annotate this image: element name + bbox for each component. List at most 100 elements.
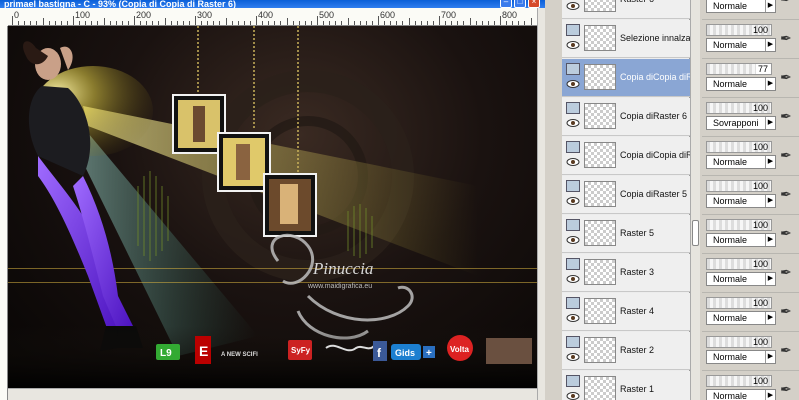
- layer-row[interactable]: Raster 6: [562, 0, 690, 19]
- layer-name: Raster 2: [620, 345, 655, 355]
- blend-mode-select[interactable]: Normale ▶: [706, 311, 776, 325]
- layer-row[interactable]: Raster 2: [562, 332, 690, 370]
- eye-icon[interactable]: [566, 157, 580, 167]
- opacity-value: 100: [752, 337, 768, 347]
- layer-thumbnail: [584, 337, 616, 363]
- ruler-tick: [213, 21, 215, 25]
- blend-mode-select[interactable]: Sovrapponi ▶: [706, 116, 776, 130]
- eye-icon[interactable]: [566, 118, 580, 128]
- ruler-tick: [225, 18, 227, 25]
- ruler-tick: [353, 21, 355, 25]
- blend-mode-select[interactable]: Normale ▶: [706, 194, 776, 208]
- brush-icon[interactable]: ✒: [780, 147, 796, 165]
- opacity-slider[interactable]: 100: [706, 219, 772, 231]
- dropdown-arrow-icon: ▶: [765, 273, 775, 285]
- layer-property-row: 100 Normale ▶ ✒: [702, 176, 799, 215]
- layer-row[interactable]: Raster 5: [562, 215, 690, 253]
- ruler-tick: [365, 21, 367, 25]
- photo-frame-3: [263, 173, 317, 237]
- eye-icon[interactable]: [566, 391, 580, 400]
- ruler-tick: [115, 21, 117, 25]
- blend-mode-select[interactable]: Normale ▶: [706, 350, 776, 364]
- logo-l9: L9: [160, 348, 172, 359]
- ruler-tick: [335, 21, 337, 25]
- layers-scrollbar[interactable]: [690, 0, 700, 400]
- horizontal-ruler: 0 100 200 300 400 500 600 700 800: [8, 8, 537, 26]
- close-button[interactable]: ×: [528, 0, 540, 8]
- opacity-slider[interactable]: 100: [706, 375, 772, 387]
- brush-icon[interactable]: ✒: [780, 381, 796, 399]
- opacity-slider[interactable]: 100: [706, 141, 772, 153]
- ruler-tick: [530, 18, 532, 25]
- brush-icon[interactable]: ✒: [780, 342, 796, 360]
- eye-icon[interactable]: [566, 1, 580, 11]
- minimize-button[interactable]: –: [500, 0, 512, 8]
- ruler-tick: [42, 18, 44, 25]
- ruler-label: 400: [258, 10, 274, 20]
- ruler-tick: [109, 21, 111, 25]
- maximize-button[interactable]: □: [514, 0, 526, 8]
- ruler-tick: [390, 21, 392, 25]
- ruler-tick: [329, 21, 331, 25]
- eye-icon[interactable]: [566, 274, 580, 284]
- layer-row[interactable]: Raster 1: [562, 371, 690, 400]
- opacity-value: 100: [752, 298, 768, 308]
- brush-icon[interactable]: ✒: [780, 303, 796, 321]
- eye-icon[interactable]: [566, 352, 580, 362]
- ruler-tick: [146, 21, 148, 25]
- ruler-tick: [66, 21, 68, 25]
- opacity-value: 100: [752, 259, 768, 269]
- ruler-tick: [487, 21, 489, 25]
- ruler-tick: [243, 21, 245, 25]
- layer-thumbnail: [584, 259, 616, 285]
- eye-icon[interactable]: [566, 40, 580, 50]
- blend-mode-value: Normale: [713, 274, 748, 284]
- eye-icon[interactable]: [566, 235, 580, 245]
- eye-icon[interactable]: [566, 313, 580, 323]
- layer-row[interactable]: Raster 3: [562, 254, 690, 292]
- horizontal-scrollbar[interactable]: [8, 388, 537, 400]
- layer-type-icon: [566, 258, 580, 270]
- blend-mode-select[interactable]: Normale ▶: [706, 233, 776, 247]
- vertical-scrollbar[interactable]: [537, 8, 545, 400]
- brush-icon[interactable]: ✒: [780, 69, 796, 87]
- layer-row[interactable]: Raster 4: [562, 293, 690, 331]
- opacity-slider[interactable]: 100: [706, 336, 772, 348]
- blend-mode-select[interactable]: Normale ▶: [706, 389, 776, 400]
- blend-mode-select[interactable]: Normale ▶: [706, 77, 776, 91]
- brush-icon[interactable]: ✒: [780, 108, 796, 126]
- layer-row[interactable]: Copia diRaster 6: [562, 98, 690, 136]
- ruler-tick: [158, 21, 160, 25]
- ruler-tick: [481, 21, 483, 25]
- ruler-tick: [262, 21, 264, 25]
- brush-icon[interactable]: ✒: [780, 186, 796, 204]
- brush-icon[interactable]: ✒: [780, 264, 796, 282]
- layer-row[interactable]: Copia diRaster 5: [562, 176, 690, 214]
- ruler-corner: [0, 8, 8, 26]
- layer-type-icon: [566, 375, 580, 387]
- opacity-slider[interactable]: 100: [706, 24, 772, 36]
- layer-row[interactable]: Selezione innalzata: [562, 20, 690, 58]
- blend-mode-select[interactable]: Normale ▶: [706, 272, 776, 286]
- layer-type-icon: [566, 180, 580, 192]
- scroll-thumb[interactable]: [692, 220, 699, 246]
- opacity-slider[interactable]: 100: [706, 102, 772, 114]
- opacity-slider[interactable]: 100: [706, 258, 772, 270]
- opacity-slider[interactable]: 77: [706, 63, 772, 75]
- image-canvas[interactable]: Pinuccia www.maidigrafica.eu L9 E A NEW …: [8, 26, 537, 388]
- eye-icon[interactable]: [566, 79, 580, 89]
- opacity-slider[interactable]: 100: [706, 297, 772, 309]
- brush-icon[interactable]: ✒: [780, 0, 796, 9]
- ruler-tick: [268, 21, 270, 25]
- layer-row[interactable]: Copia diCopia diR: [562, 137, 690, 175]
- blend-mode-select[interactable]: Normale ▶: [706, 38, 776, 52]
- ruler-tick: [91, 21, 93, 25]
- window-title-bar[interactable]: primael bastigna - C - 93% (Copia di Cop…: [0, 0, 545, 8]
- blend-mode-select[interactable]: Normale ▶: [706, 0, 776, 13]
- eye-icon[interactable]: [566, 196, 580, 206]
- opacity-slider[interactable]: 100: [706, 180, 772, 192]
- blend-mode-select[interactable]: Normale ▶: [706, 155, 776, 169]
- layer-row[interactable]: Copia diCopia diR: [562, 59, 690, 97]
- brush-icon[interactable]: ✒: [780, 30, 796, 48]
- brush-icon[interactable]: ✒: [780, 225, 796, 243]
